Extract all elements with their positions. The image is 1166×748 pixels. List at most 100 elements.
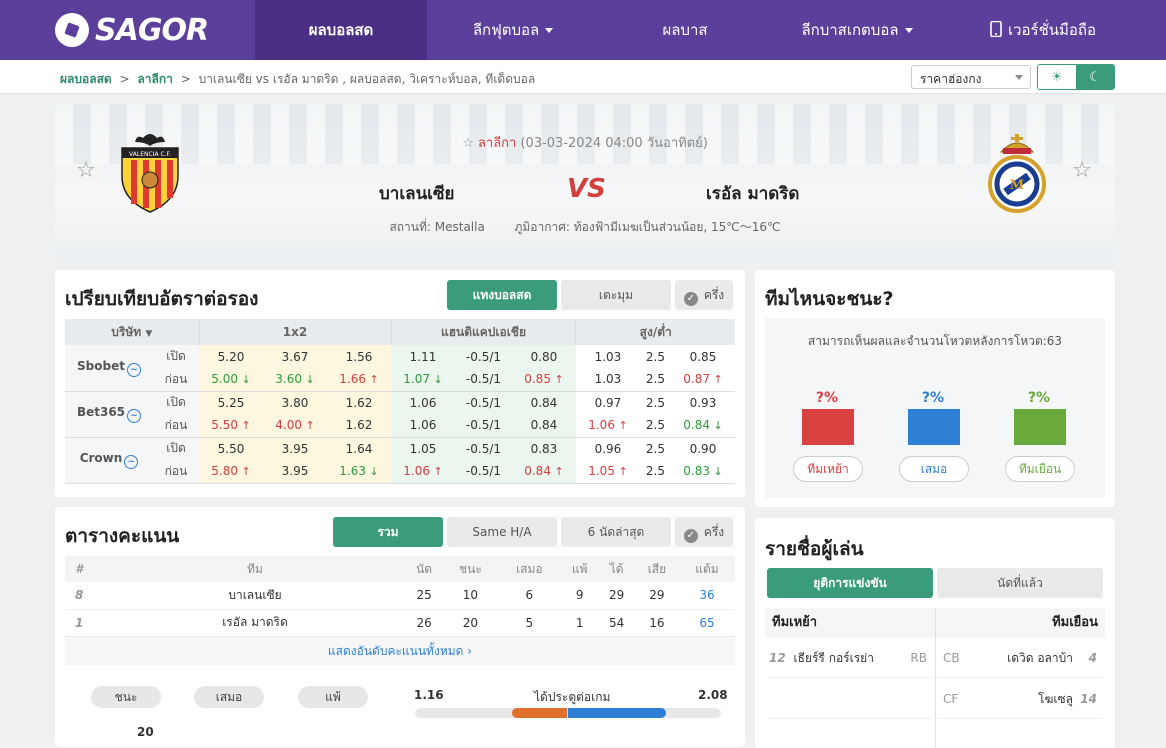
draw-percent: ?% bbox=[921, 390, 945, 406]
odds-value: 3.95 bbox=[263, 460, 327, 484]
odds-header-over-under: สูง/ต่ำ bbox=[575, 319, 735, 345]
odds-trend-icon[interactable]: ~ bbox=[126, 362, 141, 377]
odds-value: 0.97 bbox=[575, 391, 640, 414]
odds-value: 0.84 bbox=[511, 460, 576, 484]
odds-value: 0.84 bbox=[511, 414, 576, 438]
sagor-logo[interactable]: SAGOR bbox=[55, 12, 209, 48]
home-win-bar bbox=[802, 409, 854, 445]
odds-value: 4.00 bbox=[263, 414, 327, 438]
moon-icon[interactable]: ☾ bbox=[1076, 65, 1114, 89]
vote-home-button[interactable]: ทีมเหย้า bbox=[793, 456, 863, 482]
tab-half[interactable]: ✓ ครึ่ง bbox=[675, 517, 733, 547]
match-datetime: (03-03-2024 04:00 วันอาทิตย์) bbox=[520, 136, 708, 151]
odds-value: 5.50 bbox=[199, 437, 263, 460]
lineup-away-player[interactable]: CF โฆเซลู 14 bbox=[937, 679, 1103, 719]
odds-value: 3.80 bbox=[263, 391, 327, 414]
nav-item-live-scores[interactable]: ผลบอลสด bbox=[255, 0, 427, 60]
odds-value: 5.20 bbox=[199, 345, 263, 368]
odds-value: 1.07 bbox=[391, 368, 455, 392]
standings-team-name[interactable]: เรอัล มาดริด bbox=[105, 609, 405, 637]
prediction-card: ทีมไหนจะชนะ? สามารถเห็นผลและจำนวนโหวตหลั… bbox=[755, 270, 1115, 507]
table-row[interactable]: 1 เรอัล มาดริด 26 20 5 1 54 16 65 bbox=[65, 609, 735, 637]
standings-cell: 25 bbox=[405, 582, 444, 610]
standings-header: ทีม bbox=[105, 556, 405, 582]
odds-row: ก่อน5.504.001.621.06-0.5/10.841.062.50.8… bbox=[65, 414, 735, 438]
league-link[interactable]: ลาลีกา bbox=[478, 136, 516, 151]
odds-row-label: เปิด bbox=[153, 345, 199, 368]
table-row[interactable]: 8 บาเลนเซีย 25 10 6 9 29 29 36 bbox=[65, 582, 735, 610]
match-header: ☆ ☆ VALENCIA C.F. ☆ ลาลีกา (03-03-2024 0… bbox=[55, 104, 1115, 260]
odds-row-label: ก่อน bbox=[153, 414, 199, 438]
odds-trend-icon[interactable]: ~ bbox=[124, 455, 139, 469]
odds-value: 3.60 bbox=[263, 368, 327, 392]
standings-cell: 8 bbox=[65, 582, 105, 610]
breadcrumb-home[interactable]: ผลบอลสด bbox=[60, 72, 112, 86]
tab-lineup-previous[interactable]: นัดที่แล้ว bbox=[937, 568, 1103, 598]
standings-cell: 65 bbox=[678, 609, 735, 637]
sun-icon[interactable]: ☀ bbox=[1038, 65, 1076, 89]
bookmaker-name[interactable]: Sbobet ~ bbox=[65, 345, 153, 392]
breadcrumb-league[interactable]: ลาลีกา bbox=[137, 72, 172, 86]
nav-item-football-leagues[interactable]: ลีกฟุตบอล bbox=[427, 0, 599, 60]
chevron-right-icon: › bbox=[467, 644, 473, 658]
home-team-name[interactable]: บาเลนเซีย bbox=[379, 180, 455, 207]
odds-value: 1.06 bbox=[391, 460, 455, 484]
odds-row: Crown ~ เปิด 5.50 3.95 1.64 1.05 -0.5/1 0.83 0.96… bbox=[65, 437, 735, 484]
pill-loss[interactable]: แพ้ bbox=[298, 686, 368, 708]
odds-trend-icon[interactable]: ~ bbox=[127, 409, 142, 423]
odds-value: 2.5 bbox=[639, 368, 671, 392]
breadcrumb: ผลบอลสด > ลาลีกา > บาเลนเซีย vs เรอัล มา… bbox=[60, 72, 536, 86]
nav-item-basketball-results[interactable]: ผลบาส bbox=[599, 0, 771, 60]
standings-cell: 26 bbox=[405, 609, 444, 637]
standings-header: ชนะ bbox=[443, 556, 498, 582]
vote-away-button[interactable]: ทีมเยือน bbox=[1005, 456, 1075, 482]
standings-cell: 10 bbox=[443, 582, 498, 610]
goals-per-game-label: ได้ประตูต่อเกม bbox=[534, 690, 611, 704]
tab-overall[interactable]: รวม bbox=[333, 517, 443, 547]
standings-header: ได้ bbox=[598, 556, 635, 582]
tab-same-home-away[interactable]: Same H/A bbox=[447, 517, 557, 547]
odds-row-label: เปิด bbox=[153, 391, 199, 414]
odds-value: 0.84 bbox=[511, 391, 576, 414]
lineup-home-player[interactable]: 12 เธียร์รี กอร์เรย่า RB bbox=[767, 638, 933, 678]
standings-cell: 54 bbox=[598, 609, 635, 637]
venue: สถานที่: Mestalla bbox=[389, 220, 485, 234]
pill-draw[interactable]: เสมอ bbox=[194, 686, 264, 708]
standings-header: แต้ม bbox=[678, 556, 735, 582]
goals-home: 1.16 bbox=[414, 688, 444, 702]
goals-away-bar bbox=[568, 708, 666, 718]
league-star-icon[interactable]: ☆ bbox=[462, 136, 474, 151]
away-team-name[interactable]: เรอัล มาดริด bbox=[706, 180, 799, 207]
show-all-standings-link[interactable]: แสดงอันดับคะแนนทั้งหมด › bbox=[65, 637, 735, 665]
odds-value: 1.63 bbox=[327, 460, 391, 484]
match-league-line: ☆ ลาลีกา (03-03-2024 04:00 วันอาทิตย์) bbox=[55, 132, 1115, 153]
standings-cell: 29 bbox=[634, 582, 679, 610]
lineup-title: รายชื่อผู้เล่น bbox=[765, 538, 864, 560]
tab-last-6[interactable]: 6 นัดล่าสุด bbox=[561, 517, 671, 547]
odds-header-company[interactable]: บริษัท ▼ bbox=[65, 319, 200, 345]
bookmaker-name[interactable]: Crown ~ bbox=[65, 437, 153, 484]
tab-half[interactable]: ✓ ครึ่ง bbox=[675, 280, 733, 310]
nav-item-mobile-version[interactable]: เวอร์ชั่นมือถือ bbox=[943, 0, 1143, 60]
favorite-home-star-icon[interactable]: ☆ bbox=[75, 160, 97, 182]
lineup-away-player[interactable]: CB เดวิด อลาบ้า 4 bbox=[937, 638, 1103, 678]
odds-format-select[interactable]: ราคาฮ่องกง bbox=[911, 65, 1031, 89]
tab-live-betting[interactable]: แทงบอลสด bbox=[447, 280, 557, 310]
bookmaker-name[interactable]: Bet365 ~ bbox=[65, 391, 153, 438]
nav-item-basketball-leagues[interactable]: ลีกบาสเกตบอล bbox=[771, 0, 943, 60]
favorite-away-star-icon[interactable]: ☆ bbox=[1071, 160, 1093, 182]
pill-win[interactable]: ชนะ bbox=[91, 686, 161, 708]
vote-draw-button[interactable]: เสมอ bbox=[899, 456, 969, 482]
theme-toggle[interactable]: ☀ ☾ bbox=[1037, 64, 1115, 90]
standings-team-name[interactable]: บาเลนเซีย bbox=[105, 582, 405, 610]
odds-value: 5.25 bbox=[199, 391, 263, 414]
home-win-percent: ?% bbox=[815, 390, 839, 406]
brand-name: SAGOR bbox=[95, 12, 209, 48]
odds-title: เปรียบเทียบอัตราต่อรอง bbox=[65, 288, 259, 310]
odds-row: Sbobet ~ เปิด 5.20 3.67 1.56 1.11 -0.5/1 0.80 1.0… bbox=[65, 345, 735, 392]
tab-corners[interactable]: เตะมุม bbox=[561, 280, 671, 310]
odds-value: 5.50 bbox=[199, 414, 263, 438]
prediction-box: สามารถเห็นผลและจำนวนโหวตหลังการโหวต:63 ?… bbox=[765, 318, 1105, 498]
tab-lineup-current[interactable]: ยุติการแข่งขัน bbox=[767, 568, 933, 598]
standings-cell: 36 bbox=[678, 582, 735, 610]
